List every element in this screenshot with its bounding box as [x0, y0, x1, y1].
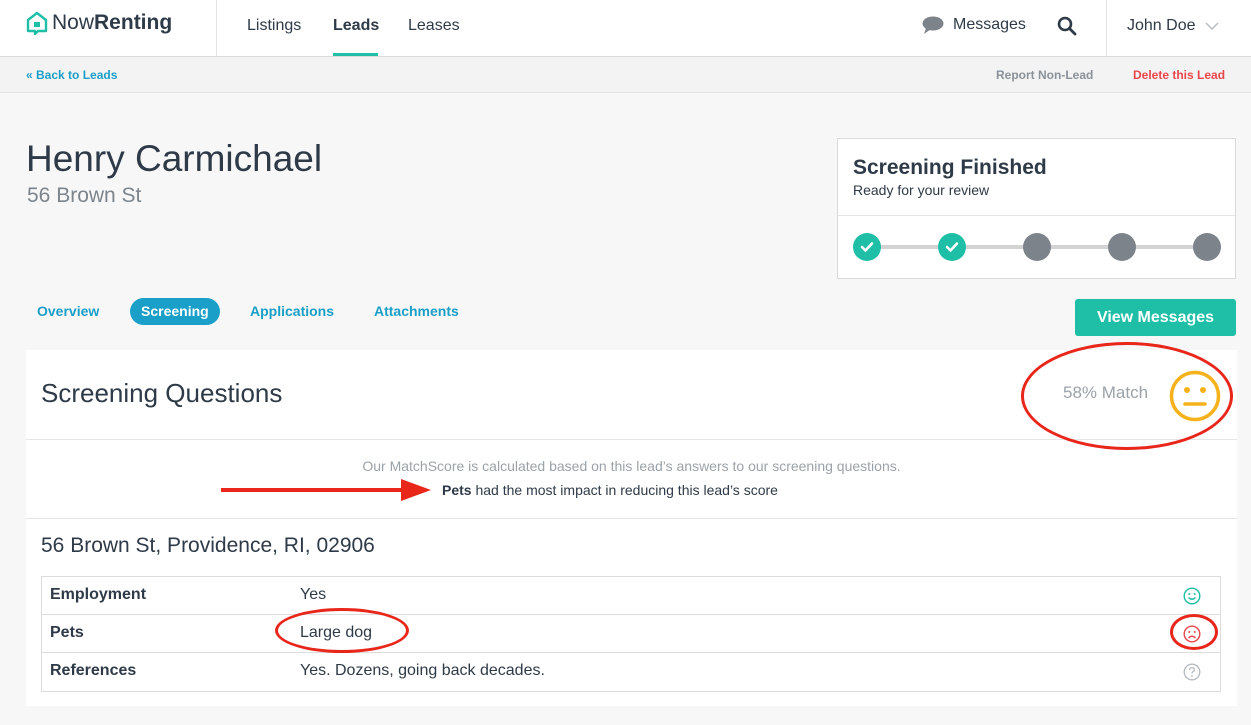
- screening-status-card: Screening Finished Ready for your review: [837, 138, 1236, 279]
- progress-step-1: [853, 233, 881, 261]
- lead-name: Henry Carmichael: [26, 138, 323, 179]
- nav-leads[interactable]: Leads: [333, 17, 379, 35]
- chat-bubble-icon: [922, 16, 944, 34]
- matchscore-info: Our MatchScore is calculated based on th…: [26, 441, 1237, 519]
- screening-title: Screening Questions: [41, 378, 283, 408]
- nav-messages-label: Messages: [953, 16, 1026, 33]
- impact-text: had the most impact in reducing this lea…: [471, 482, 778, 498]
- user-menu[interactable]: John Doe: [1127, 17, 1219, 35]
- question-label: Employment: [50, 586, 147, 603]
- report-non-lead-link[interactable]: Report Non-Lead: [996, 68, 1093, 82]
- tab-applications[interactable]: Applications: [239, 298, 345, 325]
- active-nav-indicator: [333, 53, 378, 56]
- house-logo-icon: [26, 11, 48, 35]
- brand-logo[interactable]: Now Renting: [26, 11, 172, 35]
- status-title: Screening Finished: [853, 156, 1047, 179]
- annotation-circle-match: [1021, 342, 1233, 450]
- progress-step-3: [1023, 233, 1051, 261]
- question-icon: [1183, 663, 1201, 681]
- lead-action-bar: « Back to Leads Report Non-Lead Delete t…: [0, 57, 1251, 93]
- nav-listings[interactable]: Listings: [247, 17, 301, 35]
- tab-attachments[interactable]: Attachments: [363, 298, 470, 325]
- nav-leases[interactable]: Leases: [408, 17, 460, 35]
- progress-step-5: [1193, 233, 1221, 261]
- brand-name-light: Now: [52, 11, 95, 34]
- nav-divider: [216, 0, 217, 56]
- chevron-down-icon: [1204, 22, 1219, 30]
- matchscore-explanation: Our MatchScore is calculated based on th…: [362, 458, 901, 474]
- answer-value: Yes. Dozens, going back decades.: [300, 662, 545, 679]
- table-row: Employment Yes: [42, 577, 1220, 615]
- screening-card: Screening Questions 58% Match Our MatchS…: [26, 342, 1237, 706]
- nav-divider: [1106, 0, 1107, 56]
- tab-screening[interactable]: Screening: [130, 298, 220, 325]
- check-icon: [860, 242, 874, 252]
- status-progress-steps: [853, 233, 1222, 261]
- lead-address: 56 Brown St: [27, 184, 142, 207]
- annotation-arrow-icon: [221, 479, 431, 501]
- search-icon: [1057, 16, 1077, 36]
- answer-value: Yes: [300, 586, 327, 603]
- back-to-leads-link[interactable]: « Back to Leads: [26, 68, 117, 82]
- delete-lead-link[interactable]: Delete this Lead: [1133, 68, 1225, 82]
- progress-step-2: [938, 233, 966, 261]
- brand-name-bold: Renting: [94, 11, 173, 34]
- check-icon: [945, 242, 959, 252]
- question-label: Pets: [50, 624, 84, 641]
- progress-step-4: [1108, 233, 1136, 261]
- tab-overview[interactable]: Overview: [26, 298, 110, 325]
- top-navbar: Now Renting Listings Leads Leases Message…: [0, 0, 1251, 57]
- search-button[interactable]: [1057, 16, 1077, 41]
- status-subtitle: Ready for your review: [853, 182, 990, 198]
- table-row: References Yes. Dozens, going back decad…: [42, 653, 1220, 691]
- nav-messages[interactable]: Messages: [922, 16, 1026, 34]
- screening-header: Screening Questions 58% Match: [26, 342, 1237, 450]
- smile-icon: [1183, 587, 1201, 605]
- impact-statement: Pets had the most impact in reducing thi…: [442, 482, 778, 498]
- view-messages-button[interactable]: View Messages: [1075, 299, 1236, 336]
- property-full-address: 56 Brown St, Providence, RI, 02906: [41, 534, 375, 557]
- user-name: John Doe: [1127, 17, 1196, 34]
- table-row: Pets Large dog: [42, 615, 1220, 653]
- impact-key: Pets: [442, 482, 472, 498]
- annotation-circle-pets-icon: [1170, 614, 1218, 650]
- question-label: References: [50, 662, 137, 679]
- status-divider: [838, 215, 1235, 216]
- annotation-circle-pets-answer: [275, 608, 409, 653]
- screening-answers-table: Employment Yes Pets Large dog References…: [41, 576, 1221, 692]
